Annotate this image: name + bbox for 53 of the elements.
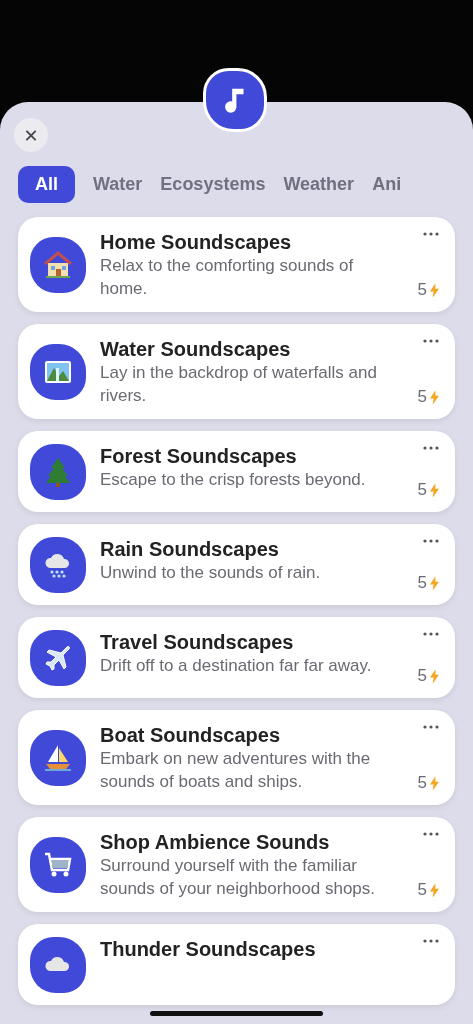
soundscape-card[interactable]: Home Soundscapes Relax to the comforting sounds of home. 5 bbox=[18, 217, 455, 312]
category-tab[interactable]: All bbox=[18, 166, 75, 203]
soundscape-card[interactable]: Forest Soundscapes Escape to the crisp forests beyond. 5 bbox=[18, 431, 455, 512]
card-description: Surround yourself with the familiar sounds of your neighborhood shops. bbox=[100, 855, 377, 900]
lightning-bolt-icon bbox=[430, 882, 439, 898]
soundscape-card[interactable]: Rain Soundscapes Unwind to the sounds of rain. 5 bbox=[18, 524, 455, 605]
soundscape-card[interactable]: Thunder Soundscapes bbox=[18, 924, 455, 1005]
sound-count: 5 bbox=[417, 773, 427, 793]
category-tab[interactable]: Ani bbox=[372, 166, 402, 203]
soundscape-card[interactable]: Travel Soundscapes Drift off to a destination far far away. 5 bbox=[18, 617, 455, 698]
soundscape-card[interactable]: Water Soundscapes Lay in the backdrop of waterfalls and rivers. 5 bbox=[18, 324, 455, 419]
sound-count: 5 bbox=[417, 666, 427, 686]
sound-count: 5 bbox=[417, 280, 427, 300]
card-title: Rain Soundscapes bbox=[100, 537, 280, 561]
lightning-bolt-icon bbox=[430, 668, 439, 684]
sound-count: 5 bbox=[417, 480, 427, 500]
lightning-bolt-icon bbox=[430, 389, 439, 405]
lightning-bolt-icon bbox=[430, 575, 439, 591]
more-options-icon[interactable] bbox=[423, 446, 439, 450]
sound-count: 5 bbox=[417, 387, 427, 407]
more-options-icon[interactable] bbox=[423, 832, 439, 836]
lightning-bolt-icon bbox=[430, 482, 439, 498]
lightning-bolt-icon bbox=[430, 775, 439, 791]
category-tab[interactable]: Water bbox=[93, 166, 143, 203]
more-options-icon[interactable] bbox=[423, 939, 439, 943]
music-note-icon bbox=[203, 68, 267, 132]
more-options-icon[interactable] bbox=[423, 339, 439, 343]
sound-count: 5 bbox=[417, 573, 427, 593]
card-description: Relax to the comforting sounds of home. bbox=[100, 255, 355, 300]
card-title: Travel Soundscapes bbox=[100, 630, 295, 654]
card-title: Home Soundscapes bbox=[100, 230, 293, 254]
close-button[interactable]: ✕ bbox=[14, 118, 48, 152]
card-description: Unwind to the sounds of rain. bbox=[100, 562, 322, 584]
card-title: Water Soundscapes bbox=[100, 337, 292, 361]
card-title: Shop Ambience Sounds bbox=[100, 830, 331, 854]
card-title: Forest Soundscapes bbox=[100, 444, 298, 468]
more-options-icon[interactable] bbox=[423, 232, 439, 236]
soundscape-card[interactable]: Shop Ambience Sounds Surround yourself with the familiar sounds of your neighborhood shops. 5 bbox=[18, 817, 455, 912]
card-description: Escape to the crisp forests beyond. bbox=[100, 469, 367, 491]
category-tab[interactable]: Weather bbox=[283, 166, 355, 203]
card-title: Boat Soundscapes bbox=[100, 723, 282, 747]
card-description: Embark on new adventures with the sounds of boats and ships. bbox=[100, 748, 372, 793]
soundscape-card[interactable]: Boat Soundscapes Embark on new adventures with the sounds of boats and ships. 5 bbox=[18, 710, 455, 805]
card-description: Drift off to a destination far far away. bbox=[100, 655, 373, 677]
card-title: Thunder Soundscapes bbox=[100, 937, 317, 961]
more-options-icon[interactable] bbox=[423, 632, 439, 636]
more-options-icon[interactable] bbox=[423, 539, 439, 543]
more-options-icon[interactable] bbox=[423, 725, 439, 729]
card-description: Lay in the backdrop of waterfalls and rivers. bbox=[100, 362, 378, 407]
sound-count: 5 bbox=[417, 880, 427, 900]
category-tab[interactable]: Ecosystems bbox=[160, 166, 266, 203]
lightning-bolt-icon bbox=[430, 282, 439, 298]
house-icon bbox=[42, 249, 74, 281]
